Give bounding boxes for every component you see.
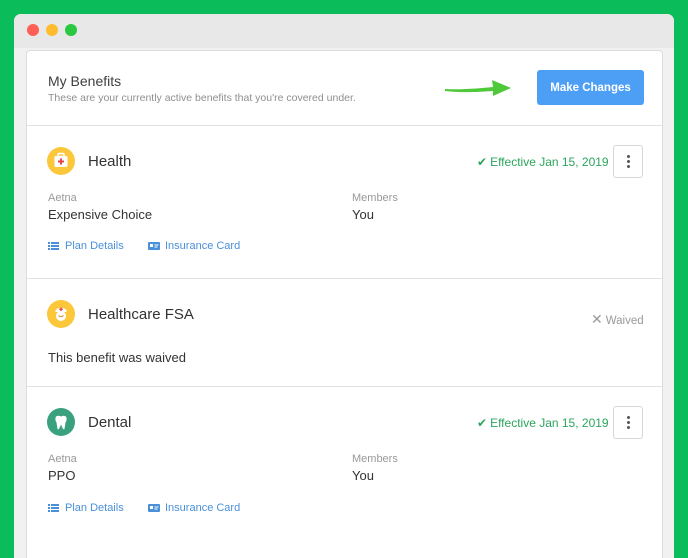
plan-name: PPO	[48, 468, 76, 483]
benefit-card-healthcare-fsa: Healthcare FSA ✕ Waived This benefit was …	[27, 279, 662, 387]
medical-kit-icon	[47, 147, 75, 175]
list-icon	[48, 242, 59, 250]
status-badge: ✔ Effective Jan 15, 2019	[477, 155, 609, 169]
arrow-right-icon	[445, 80, 511, 96]
make-changes-button[interactable]: Make Changes	[537, 70, 644, 105]
list-icon	[48, 504, 59, 512]
benefits-panel: My Benefits These are your currently act…	[26, 50, 663, 558]
carrier-label: Aetna	[48, 453, 77, 465]
benefit-card-health: Health ✔ Effective Jan 15, 2019 Aetna Exp…	[27, 126, 662, 279]
plan-details-link[interactable]: Plan Details	[48, 502, 124, 514]
close-window-button[interactable]	[27, 24, 39, 36]
maximize-window-button[interactable]	[65, 24, 77, 36]
more-options-button[interactable]	[613, 145, 643, 178]
check-icon: ✔	[477, 416, 488, 430]
id-card-icon	[148, 504, 160, 512]
more-options-button[interactable]	[613, 406, 643, 439]
window-titlebar	[14, 14, 674, 48]
waived-badge: ✕ Waived	[591, 311, 644, 327]
members-value: You	[352, 468, 374, 483]
benefit-title: Healthcare FSA	[88, 306, 194, 323]
nurse-icon	[47, 300, 75, 328]
close-icon: ✕	[591, 311, 603, 327]
members-value: You	[352, 207, 374, 222]
plan-details-link[interactable]: Plan Details	[48, 240, 124, 252]
waived-message: This benefit was waived	[48, 350, 187, 365]
tooth-icon	[47, 408, 75, 436]
carrier-label: Aetna	[48, 192, 77, 204]
plan-name: Expensive Choice	[48, 207, 153, 222]
insurance-card-link[interactable]: Insurance Card	[148, 502, 240, 514]
benefit-title: Health	[88, 153, 132, 170]
page-subtitle: These are your currently active benefits…	[48, 92, 356, 104]
benefit-title: Dental	[88, 414, 132, 431]
members-label: Members	[352, 192, 398, 204]
benefits-header: My Benefits These are your currently act…	[27, 51, 662, 126]
page-title: My Benefits	[48, 73, 122, 89]
minimize-window-button[interactable]	[46, 24, 58, 36]
check-icon: ✔	[477, 155, 488, 169]
insurance-card-link[interactable]: Insurance Card	[148, 240, 240, 252]
status-badge: ✔ Effective Jan 15, 2019	[477, 416, 609, 430]
app-window: My Benefits These are your currently act…	[14, 14, 674, 558]
benefit-card-dental: Dental ✔ Effective Jan 15, 2019 Aetna PPO…	[27, 387, 662, 547]
id-card-icon	[148, 242, 160, 250]
members-label: Members	[352, 453, 398, 465]
